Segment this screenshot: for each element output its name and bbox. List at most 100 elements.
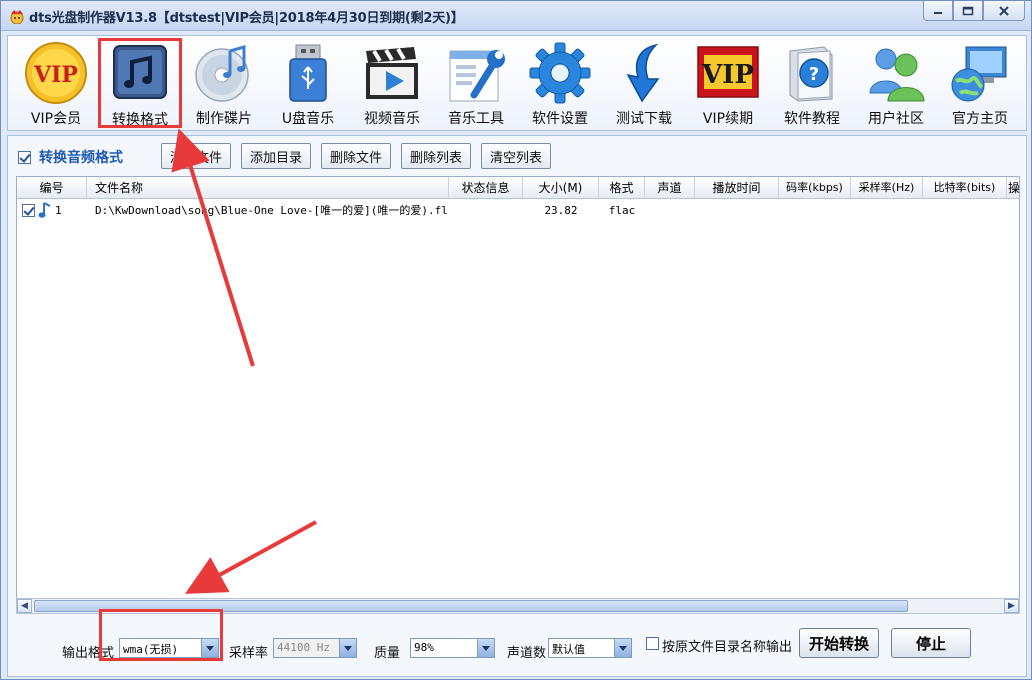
quality-value: 98%: [414, 641, 434, 654]
toolbar-test-download[interactable]: 测试下载: [602, 38, 686, 128]
toolbar-make-disc[interactable]: 制作碟片: [182, 38, 266, 128]
row-samplerate: [851, 203, 923, 219]
toolbar-video-music[interactable]: 视频音乐: [350, 38, 434, 128]
row-bits: [923, 203, 1007, 219]
minimize-icon: [934, 11, 942, 14]
convert-mode-label: 转换音频格式: [39, 150, 123, 166]
window-title: dts光盘制作器V13.8【dtstest|VIP会员|2018年4月30日到期…: [29, 11, 464, 26]
output-format-highlight: [99, 609, 223, 661]
column-header[interactable]: 采样率(Hz): [851, 177, 923, 199]
table-header: 编号 文件名称 状态信息 大小(M) 格式 声道 播放时间 码率(kbps) 采…: [17, 177, 1019, 199]
toolbar-vip-renew[interactable]: VIP VIP续期: [686, 38, 770, 128]
toolbar-label: VIP续期: [702, 111, 754, 127]
main-toolbar: VIP VIP会员 转换格式 制作碟片 U盘音乐 视频音乐 音乐工具 软件设置 …: [7, 35, 1027, 131]
add-folder-button[interactable]: 添加目录: [241, 143, 311, 169]
wrench-icon: [444, 41, 508, 105]
globe-computer-icon: [948, 41, 1012, 105]
convert-mode-row: 转换音频格式: [18, 144, 123, 170]
clapperboard-icon: [360, 41, 424, 105]
row-filename: D:\KwDownload\song\Blue-One Love-[唯一的爱](…: [95, 204, 447, 217]
column-header[interactable]: 操: [1007, 177, 1019, 199]
row-channels: [645, 203, 695, 219]
row-checkbox[interactable]: [22, 204, 35, 217]
users-icon: [864, 41, 928, 105]
convert-panel: 转换音频格式 添加文件 添加目录 删除文件 删除列表 清空列表 编号 文件名称 …: [7, 135, 1027, 677]
vip-badge-icon: VIP: [24, 41, 88, 105]
app-window: dts光盘制作器V13.8【dtstest|VIP会员|2018年4月30日到期…: [0, 0, 1032, 680]
toolbar-music-tools[interactable]: 音乐工具: [434, 38, 518, 128]
title-bar: dts光盘制作器V13.8【dtstest|VIP会员|2018年4月30日到期…: [1, 1, 1031, 31]
toolbar-official-home[interactable]: 官方主页: [938, 38, 1022, 128]
toolbar-label: 官方主页: [952, 111, 1008, 127]
svg-text:?: ?: [809, 64, 819, 85]
column-header[interactable]: 状态信息: [449, 177, 523, 199]
chevron-down-icon[interactable]: [614, 639, 631, 657]
samplerate-select[interactable]: 44100 Hz: [273, 638, 357, 658]
samplerate-label: 采样率: [229, 646, 269, 661]
toolbar-usb-music[interactable]: U盘音乐: [266, 38, 350, 128]
toolbar-tutorial[interactable]: ? 软件教程: [770, 38, 854, 128]
start-convert-button[interactable]: 开始转换: [799, 628, 879, 658]
add-file-button[interactable]: 添加文件: [161, 143, 231, 169]
usb-drive-icon: [276, 41, 340, 105]
minimize-button[interactable]: [923, 1, 953, 21]
stop-button[interactable]: 停止: [891, 628, 971, 658]
scroll-left-icon[interactable]: ◀: [17, 599, 32, 613]
music-note-icon: [108, 42, 172, 106]
toolbar-label: 测试下载: [616, 111, 672, 127]
column-header[interactable]: 声道: [645, 177, 695, 199]
samplerate-value: 44100 Hz: [277, 641, 330, 654]
toolbar-label: 视频音乐: [364, 111, 420, 127]
gear-icon: [528, 41, 592, 105]
toolbar-label: VIP会员: [30, 111, 82, 127]
disc-icon: [192, 41, 256, 105]
channels-label: 声道数: [507, 646, 547, 661]
maximize-button[interactable]: [953, 1, 983, 21]
maximize-icon: [962, 6, 974, 15]
toolbar-software-settings[interactable]: 软件设置: [518, 38, 602, 128]
keep-dir-checkbox[interactable]: [646, 637, 659, 650]
channels-select[interactable]: 默认值: [548, 638, 632, 658]
toolbar-label: 转换格式: [112, 112, 168, 128]
channels-value: 默认值: [552, 643, 585, 656]
close-button[interactable]: [983, 1, 1025, 21]
file-list-table: 编号 文件名称 状态信息 大小(M) 格式 声道 播放时间 码率(kbps) 采…: [16, 176, 1020, 602]
row-bitrate: [779, 203, 851, 219]
column-header[interactable]: 文件名称: [87, 177, 449, 199]
column-header[interactable]: 比特率(bits): [923, 177, 1007, 199]
clear-list-button[interactable]: 清空列表: [481, 143, 551, 169]
toolbar-label: U盘音乐: [281, 111, 335, 127]
column-header[interactable]: 码率(kbps): [779, 177, 851, 199]
convert-audio-checkbox[interactable]: [18, 150, 31, 164]
vip-renew-text: VIP: [701, 60, 754, 90]
help-book-icon: ?: [780, 41, 844, 105]
column-header[interactable]: 大小(M): [523, 177, 599, 199]
vip-renew-icon: VIP: [696, 41, 760, 105]
download-arrow-icon: [612, 41, 676, 105]
delete-file-button[interactable]: 删除文件: [321, 143, 391, 169]
toolbar-label: 软件教程: [784, 111, 840, 127]
scroll-right-icon[interactable]: ▶: [1004, 599, 1019, 613]
row-size: 23.82: [544, 204, 578, 217]
audio-file-icon: [38, 202, 51, 218]
column-header[interactable]: 编号: [17, 177, 87, 199]
row-duration: [695, 203, 779, 219]
chevron-down-icon[interactable]: [339, 639, 356, 657]
row-status: [449, 203, 523, 219]
toolbar-label: 音乐工具: [448, 111, 504, 127]
column-header[interactable]: 格式: [599, 177, 645, 199]
column-header[interactable]: 播放时间: [695, 177, 779, 199]
keep-dir-label: 按原文件目录名称输出: [662, 640, 793, 655]
quality-label: 质量: [374, 646, 401, 661]
toolbar-label: 制作碟片: [196, 111, 252, 127]
chevron-down-icon[interactable]: [477, 639, 494, 657]
vip-badge-text: VIP: [33, 62, 78, 88]
close-icon: [999, 5, 1009, 16]
toolbar-convert-format[interactable]: 转换格式: [98, 38, 182, 128]
quality-select[interactable]: 98%: [410, 638, 495, 658]
toolbar-user-community[interactable]: 用户社区: [854, 38, 938, 128]
toolbar-vip-member[interactable]: VIP VIP会员: [14, 38, 98, 128]
delete-list-button[interactable]: 删除列表: [401, 143, 471, 169]
row-index: 1: [55, 204, 62, 217]
app-logo-icon: [10, 10, 24, 24]
